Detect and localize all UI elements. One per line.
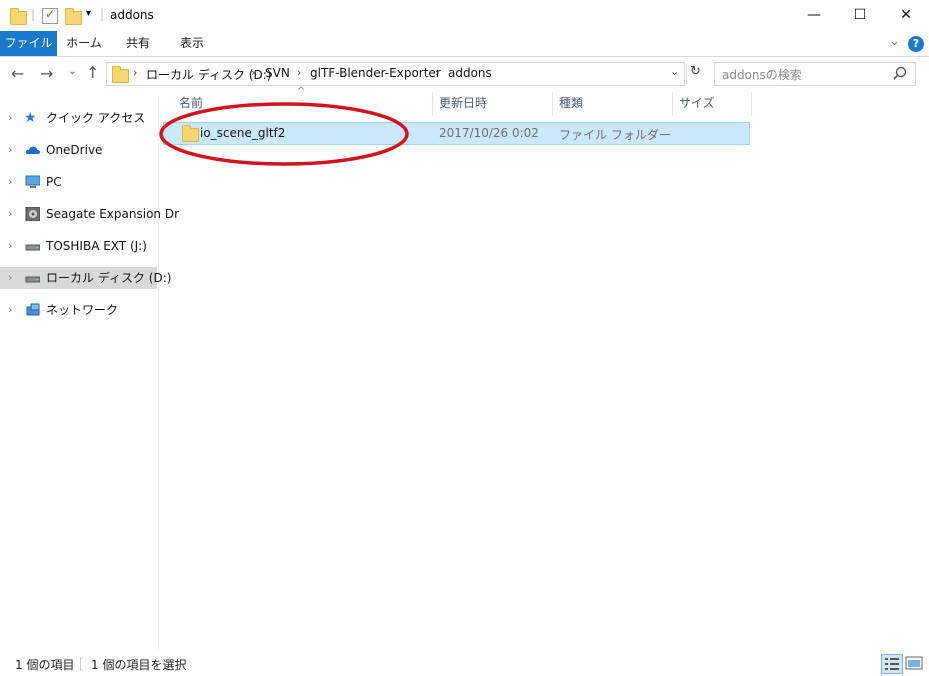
navigation-pane: › ★ クイック アクセス › OneDrive › PC › Seagate …: [0, 95, 179, 650]
sidebar-item-label: クイック アクセス: [46, 111, 146, 125]
separator: |: [31, 7, 36, 21]
sidebar-item-label: ネットワーク: [46, 303, 119, 317]
up-button[interactable]: ↑: [86, 63, 99, 82]
sidebar-item-toshiba[interactable]: › TOSHIBA EXT (J:): [0, 235, 157, 257]
sidebar-item-network[interactable]: › ネットワーク: [0, 299, 157, 321]
sidebar-item-pc[interactable]: › PC: [0, 171, 157, 193]
sidebar-item-label: ローカル ディスク (D:): [46, 271, 172, 285]
minimize-button[interactable]: —: [791, 0, 837, 31]
sidebar-item-label: OneDrive: [46, 143, 103, 157]
status-item-count: 1 個の項目: [15, 658, 75, 672]
external-drive-icon: [25, 207, 40, 221]
recent-locations-button[interactable]: ⌄: [68, 66, 76, 77]
star-icon: ★: [24, 110, 37, 126]
customize-toolbar-icon[interactable]: ▾: [86, 8, 91, 19]
large-icons-view-button[interactable]: [904, 654, 924, 672]
details-view-button[interactable]: [881, 654, 903, 674]
new-folder-icon[interactable]: [65, 8, 82, 25]
sort-ascending-icon: ^: [297, 86, 306, 97]
breadcrumb-svn[interactable]: SVN: [265, 66, 290, 80]
expand-chevron-icon[interactable]: ›: [8, 235, 12, 257]
sidebar-item-label: TOSHIBA EXT (J:): [46, 239, 147, 253]
divider: [80, 657, 81, 671]
help-icon[interactable]: ?: [908, 36, 924, 52]
ribbon-tabs: ファイル ホーム 共有 表示 ⌄ ?: [0, 31, 929, 57]
expand-chevron-icon[interactable]: ›: [8, 203, 12, 225]
column-divider[interactable]: [751, 92, 752, 116]
column-divider[interactable]: [672, 92, 673, 116]
column-divider[interactable]: [552, 92, 553, 116]
cloud-icon: [25, 146, 40, 154]
folder-icon: [10, 8, 27, 25]
sidebar-item-onedrive[interactable]: › OneDrive: [0, 139, 157, 161]
column-header-date[interactable]: 更新日時: [439, 92, 487, 116]
breadcrumb-separator: ›: [251, 66, 256, 79]
sidebar-item-label: Seagate Expansion Dr: [46, 207, 180, 221]
breadcrumb-separator: ›: [297, 66, 302, 79]
expand-chevron-icon[interactable]: ›: [8, 139, 12, 161]
expand-chevron-icon[interactable]: ›: [8, 267, 12, 289]
properties-icon[interactable]: ✓: [42, 7, 58, 24]
expand-chevron-icon[interactable]: ›: [8, 171, 12, 193]
tab-view[interactable]: 表示: [168, 31, 216, 56]
breadcrumb-gltf-blender-exporter[interactable]: glTF-Blender-Exporter: [310, 66, 441, 80]
address-dropdown-icon[interactable]: ⌄: [670, 65, 679, 78]
file-type: ファイル フォルダー: [559, 128, 671, 142]
sidebar-item-quick-access[interactable]: › ★ クイック アクセス: [0, 107, 157, 129]
refresh-icon[interactable]: ↻: [690, 64, 701, 79]
folder-icon: [112, 66, 129, 83]
status-selected-count: 1 個の項目を選択: [91, 658, 187, 672]
large-icons-view-icon: [905, 656, 923, 670]
file-date: 2017/10/26 0:02: [439, 126, 539, 140]
tab-file[interactable]: ファイル: [0, 31, 57, 56]
back-button[interactable]: ←: [11, 64, 24, 83]
expand-ribbon-icon[interactable]: ⌄: [889, 34, 900, 49]
expand-chevron-icon[interactable]: ›: [8, 107, 12, 129]
search-placeholder: addonsの検索: [722, 68, 802, 82]
forward-button[interactable]: →: [40, 64, 53, 83]
details-view-icon: [885, 658, 899, 670]
sidebar-item-seagate[interactable]: › Seagate Expansion Dr: [0, 203, 179, 225]
expand-chevron-icon[interactable]: ›: [8, 299, 12, 321]
computer-icon: [25, 175, 40, 188]
window-title: addons: [110, 8, 154, 22]
close-button[interactable]: ✕: [883, 0, 929, 31]
drive-icon: [25, 276, 40, 283]
sidebar-item-label: PC: [46, 175, 62, 189]
column-divider[interactable]: [432, 92, 433, 116]
breadcrumb-separator: ›: [435, 66, 440, 79]
column-header-type[interactable]: 種類: [559, 92, 583, 116]
drive-icon: [25, 244, 40, 251]
sidebar-item-local-disk[interactable]: › ローカル ディスク (D:): [0, 267, 171, 289]
column-header-size[interactable]: サイズ: [679, 92, 715, 116]
breadcrumb-separator: ›: [133, 66, 138, 79]
network-icon: [26, 303, 40, 316]
separator: |: [100, 7, 105, 21]
tab-share[interactable]: 共有: [114, 31, 162, 56]
divider: [686, 64, 687, 84]
maximize-button[interactable]: ☐: [837, 0, 883, 31]
search-icon[interactable]: [893, 66, 907, 80]
title-bar: | ✓ ▾ | addons — ☐ ✕: [0, 0, 929, 31]
tab-home[interactable]: ホーム: [60, 31, 108, 56]
highlight-ellipse: [159, 102, 409, 166]
breadcrumb-addons[interactable]: addons: [448, 66, 492, 80]
